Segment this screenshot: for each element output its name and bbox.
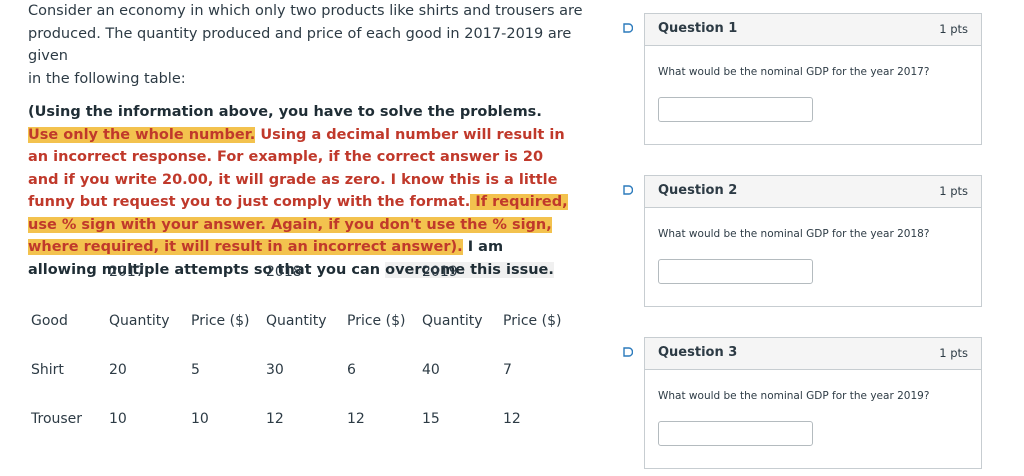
question-header: Question 3 1 pts [645,338,981,370]
column-header: Good [31,313,68,329]
table-cell: 20 [109,362,127,378]
question-text: What would be the nominal GDP for the ye… [658,228,930,240]
intro-line: Consider an economy in which only two pr… [28,3,583,19]
table-cell: Shirt [31,362,64,378]
table-cell: 12 [266,411,284,427]
question-points: 1 pts [939,346,968,360]
year-header: 2019 [422,264,458,280]
table-cell: 10 [191,411,209,427]
intro-paragraph: Consider an economy in which only two pr… [28,0,588,90]
column-header: Quantity [266,313,327,329]
table-cell: 5 [191,362,200,378]
bookmark-flag-icon[interactable] [623,347,633,357]
table-cell: 40 [422,362,440,378]
question-text: What would be the nominal GDP for the ye… [658,66,930,78]
question-card: Question 2 1 pts What would be the nomin… [644,175,982,307]
table-cell: 12 [347,411,365,427]
highlighted-instruction: Use only the whole number. [28,126,256,143]
column-header: Price ($) [503,313,562,329]
year-header: 2017 [109,264,145,280]
question-description: Consider an economy in which only two pr… [28,0,588,281]
table-cell: 12 [503,411,521,427]
instructions-text: overcome this issue. [385,261,554,278]
question-points: 1 pts [939,184,968,198]
intro-line: produced. The quantity produced and pric… [28,25,572,65]
answer-input[interactable] [658,259,813,284]
instructions-text: (Using the information above, you have t… [28,104,542,120]
column-header: Quantity [109,313,170,329]
question-points: 1 pts [939,22,968,36]
table-cell: 6 [347,362,356,378]
question-title: Question 1 [658,21,738,36]
column-header: Quantity [422,313,483,329]
intro-line: in the following table: [28,70,186,87]
bookmark-flag-icon[interactable] [623,185,633,195]
answer-input[interactable] [658,421,813,446]
table-cell: 15 [422,411,440,427]
question-card: Question 1 1 pts What would be the nomin… [644,13,982,145]
column-header: Price ($) [191,313,250,329]
question-header: Question 2 1 pts [645,176,981,208]
column-header: Price ($) [347,313,406,329]
instructions-paragraph: (Using the information above, you have t… [28,101,576,281]
question-text: What would be the nominal GDP for the ye… [658,390,930,402]
question-title: Question 3 [658,345,738,360]
bookmark-flag-icon[interactable] [623,23,633,33]
question-title: Question 2 [658,183,738,198]
answer-input[interactable] [658,97,813,122]
table-cell: 7 [503,362,512,378]
table-cell: 10 [109,411,127,427]
question-header: Question 1 1 pts [645,14,981,46]
table-cell: 30 [266,362,284,378]
table-cell: Trouser [31,411,83,427]
year-header: 2018 [266,264,302,280]
question-card: Question 3 1 pts What would be the nomin… [644,337,982,469]
